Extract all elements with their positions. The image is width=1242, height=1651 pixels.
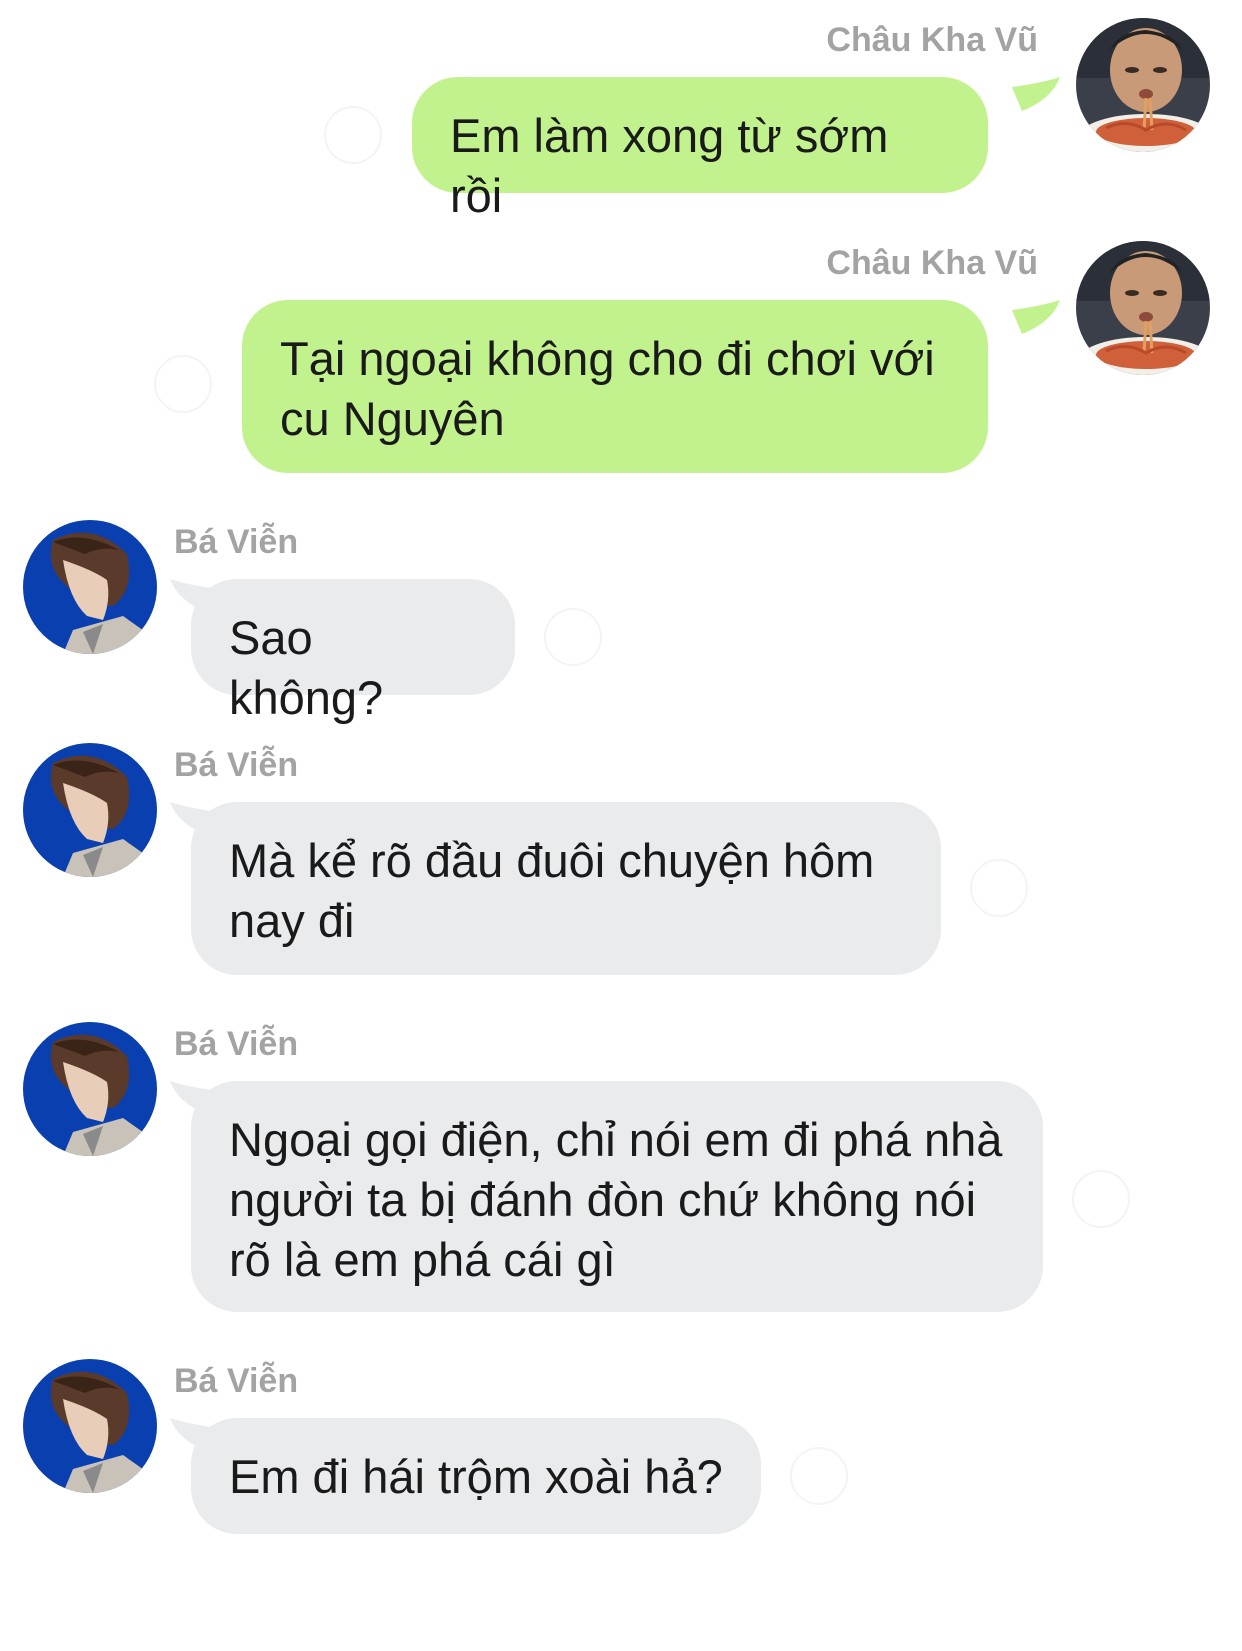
profile-portrait-blue-avatar[interactable]	[23, 1022, 157, 1156]
message-text: Em làm xong từ sớm rồi	[450, 109, 889, 222]
sender-name: Bá Viễn	[174, 1025, 299, 1063]
message-text: Mà kể rõ đầu đuôi chuyện hôm nay đi	[229, 834, 875, 947]
profile-portrait-blue-avatar[interactable]	[23, 1359, 157, 1493]
profile-portrait-blue-avatar[interactable]	[23, 520, 157, 654]
sender-name: Bá Viễn	[174, 523, 299, 561]
message-bubble[interactable]: Ngoại gọi điện, chỉ nói em đi phá nhà ng…	[191, 1081, 1043, 1312]
reaction-icon[interactable]	[154, 355, 212, 413]
message-text: Tại ngoại không cho đi chơi với cu Nguyê…	[280, 332, 935, 445]
message-text: Sao không?	[229, 611, 384, 724]
profile-portrait-blue-avatar[interactable]	[23, 743, 157, 877]
bubble-tail-icon	[1012, 300, 1060, 334]
sender-name: Bá Viễn	[174, 1362, 299, 1400]
boy-eating-spaghetti-avatar[interactable]	[1076, 18, 1210, 152]
sender-name: Bá Viễn	[174, 746, 299, 784]
message-bubble[interactable]: Tại ngoại không cho đi chơi với cu Nguyê…	[242, 300, 988, 473]
reaction-icon[interactable]	[1072, 1170, 1130, 1228]
message-text: Em đi hái trộm xoài hả?	[229, 1450, 723, 1503]
message-text: Ngoại gọi điện, chỉ nói em đi phá nhà ng…	[229, 1113, 1003, 1286]
reaction-icon[interactable]	[790, 1447, 848, 1505]
message-bubble[interactable]: Em đi hái trộm xoài hả?	[191, 1418, 761, 1534]
bubble-tail-icon	[1012, 77, 1060, 111]
boy-eating-spaghetti-avatar[interactable]	[1076, 241, 1210, 375]
reaction-icon[interactable]	[544, 608, 602, 666]
message-bubble[interactable]: Em làm xong từ sớm rồi	[412, 77, 988, 222]
message-bubble[interactable]: Mà kể rõ đầu đuôi chuyện hôm nay đi	[191, 802, 941, 975]
reaction-icon[interactable]	[970, 859, 1028, 917]
reaction-icon[interactable]	[324, 106, 382, 164]
message-bubble[interactable]: Sao không?	[191, 579, 515, 724]
sender-name: Châu Kha Vũ	[826, 244, 1038, 282]
sender-name: Châu Kha Vũ	[826, 21, 1038, 59]
